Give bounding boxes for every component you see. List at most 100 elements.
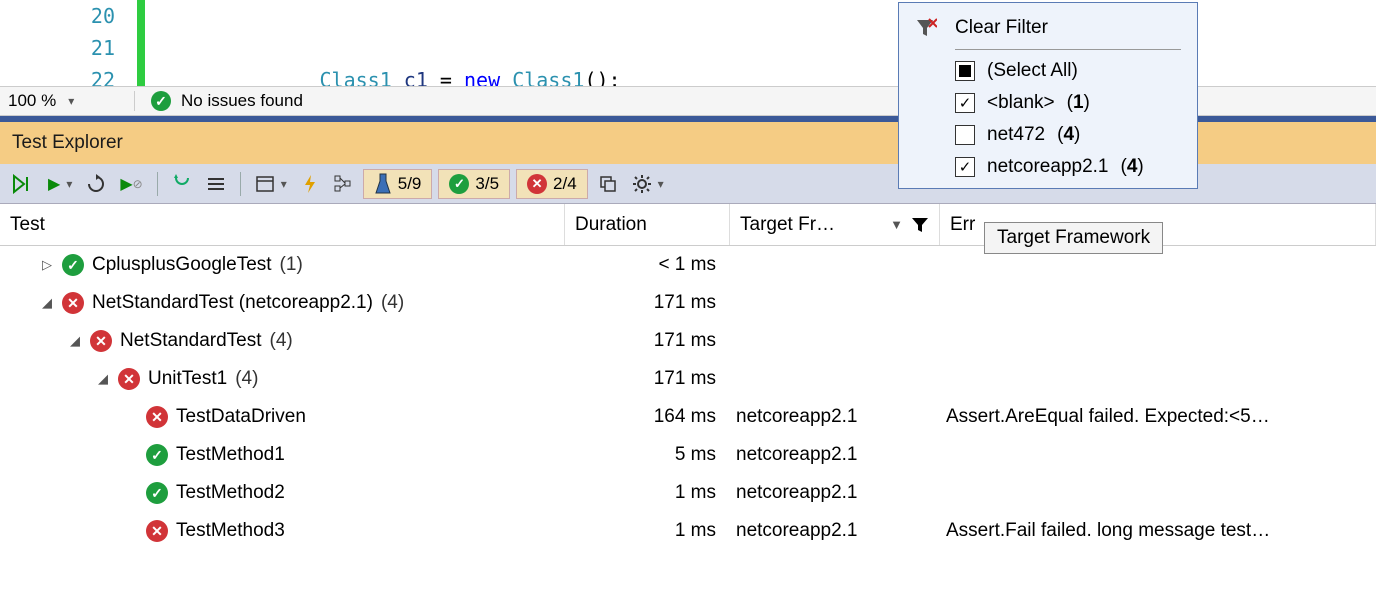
counter-value: 5/9 <box>398 174 422 194</box>
test-row[interactable]: ✕TestMethod31 msnetcoreapp2.1Assert.Fail… <box>0 512 1376 550</box>
test-cell: ▷ ✓ CplusplusGoogleTest (1) <box>0 254 565 276</box>
test-row[interactable]: ◢✕UnitTest1 (4)171 ms <box>0 360 1376 398</box>
tooltip-text: Target Framework <box>997 227 1150 248</box>
target-framework-cell: netcoreapp2.1 <box>730 406 940 428</box>
duration-cell: 1 ms <box>565 482 730 504</box>
hierarchy-button[interactable] <box>329 170 357 198</box>
run-button[interactable]: ▶ <box>44 170 76 198</box>
filter-item-label: netcoreapp2.1 <box>987 156 1109 178</box>
tree-toggle-icon[interactable]: ◢ <box>68 333 82 349</box>
filter-item-label: net472 <box>987 124 1045 146</box>
filter-item[interactable]: <blank> (1) <box>955 92 1181 114</box>
status-fail-icon: ✕ <box>146 520 168 542</box>
tree-toggle-icon[interactable]: ◢ <box>40 295 54 311</box>
windows-icon <box>598 174 618 194</box>
test-count: (1) <box>280 254 303 276</box>
status-fail-icon: ✕ <box>62 292 84 314</box>
separator <box>240 172 241 196</box>
line-number: 22 <box>0 64 115 86</box>
issues-label: No issues found <box>181 91 303 111</box>
run-all-button[interactable] <box>8 170 38 198</box>
clear-filter-button[interactable]: Clear Filter <box>915 17 1181 39</box>
filter-item[interactable]: netcoreapp2.1 (4) <box>955 156 1181 178</box>
tests-total-counter[interactable]: 5/9 <box>363 169 433 199</box>
cycle-icon <box>172 174 192 194</box>
status-pass-icon: ✓ <box>62 254 84 276</box>
tree-toggle-icon[interactable]: ▷ <box>40 257 54 273</box>
status-fail-icon: ✕ <box>90 330 112 352</box>
checkbox[interactable] <box>955 157 975 177</box>
list-icon <box>206 174 226 194</box>
window-icon <box>255 174 275 194</box>
checkbox[interactable] <box>955 93 975 113</box>
test-row[interactable]: ◢✕NetStandardTest (4)171 ms <box>0 322 1376 360</box>
run-failed-button[interactable]: ▶⊘ <box>116 170 146 198</box>
tests-failed-counter[interactable]: ✕ 2/4 <box>516 169 588 199</box>
play-icon: ▶ <box>120 174 132 194</box>
test-name: CplusplusGoogleTest <box>92 254 272 276</box>
windows-button[interactable] <box>594 170 622 198</box>
duration-cell: 164 ms <box>565 406 730 428</box>
column-label: Duration <box>575 214 647 236</box>
test-row[interactable]: ✓TestMethod15 msnetcoreapp2.1 <box>0 436 1376 474</box>
column-label: Target Fr… <box>740 214 835 236</box>
checkbox[interactable] <box>955 125 975 145</box>
column-header-target-framework[interactable]: Target Fr… ▼ <box>730 204 940 245</box>
filter-item-count: (1) <box>1067 92 1090 114</box>
clear-filter-label: Clear Filter <box>955 17 1048 39</box>
filter-item[interactable]: (Select All) <box>955 60 1181 82</box>
filter-item-label: <blank> <box>987 92 1055 114</box>
filter-item-count: (4) <box>1121 156 1144 178</box>
target-framework-cell: netcoreapp2.1 <box>730 482 940 504</box>
duration-cell: 171 ms <box>565 368 730 390</box>
settings-dropdown[interactable] <box>628 170 668 198</box>
test-tree[interactable]: ▷ ✓ CplusplusGoogleTest (1) < 1 ms ◢ ✕ NetStan… <box>0 246 1376 550</box>
tooltip: Target Framework <box>984 222 1163 254</box>
filter-icon[interactable] <box>911 216 929 234</box>
play-outline-icon <box>12 174 34 194</box>
column-header-row: Test Duration Target Fr… ▼ Err <box>0 204 1376 246</box>
line-number-gutter: 20 21 22 <box>0 0 125 86</box>
repeat-button[interactable] <box>82 170 110 198</box>
change-indicator <box>137 0 145 86</box>
status-pass-icon: ✓ <box>146 444 168 466</box>
zoom-dropdown[interactable]: 100 % <box>8 91 118 111</box>
tests-passed-counter[interactable]: ✓ 3/5 <box>438 169 510 199</box>
test-cell: ✕TestDataDriven <box>0 406 565 428</box>
separator <box>157 172 158 196</box>
tree-toggle-icon[interactable]: ◢ <box>96 371 110 387</box>
flash-button[interactable] <box>297 170 323 198</box>
column-header-duration[interactable]: Duration <box>565 204 730 245</box>
test-name: TestMethod1 <box>176 444 285 466</box>
target-framework-cell: netcoreapp2.1 <box>730 444 940 466</box>
playlist-button[interactable] <box>168 170 196 198</box>
filter-popup: Clear Filter (Select All) <blank> (1) net4… <box>898 2 1198 189</box>
filter-item[interactable]: net472 (4) <box>955 124 1181 146</box>
test-row[interactable]: ✕TestDataDriven164 msnetcoreapp2.1Assert… <box>0 398 1376 436</box>
list-button[interactable] <box>202 170 230 198</box>
separator <box>134 91 135 111</box>
test-count: (4) <box>381 292 404 314</box>
test-row[interactable]: ◢✕NetStandardTest (netcoreapp2.1) (4)171… <box>0 284 1376 322</box>
duration-cell: < 1 ms <box>565 254 730 276</box>
checkbox[interactable] <box>955 61 975 81</box>
test-cell: ✓ TestMethod1 <box>0 444 565 466</box>
test-cell: ✓TestMethod2 <box>0 482 565 504</box>
test-cell: ◢✕UnitTest1 (4) <box>0 368 565 390</box>
error-cell: Assert.AreEqual failed. Expected:<5… <box>940 406 1376 428</box>
column-label: Test <box>10 214 45 236</box>
test-count: (4) <box>270 330 293 352</box>
test-row[interactable]: ✓TestMethod21 msnetcoreapp2.1 <box>0 474 1376 512</box>
column-label: Err <box>950 214 975 236</box>
column-header-test[interactable]: Test <box>0 204 565 245</box>
counter-value: 2/4 <box>553 174 577 194</box>
test-row[interactable]: ▷ ✓ CplusplusGoogleTest (1) < 1 ms <box>0 246 1376 284</box>
test-cell: ◢ ✕ NetStandardTest (netcoreapp2.1) (4) <box>0 292 565 314</box>
counter-value: 3/5 <box>475 174 499 194</box>
test-name: UnitTest1 <box>148 368 227 390</box>
config-dropdown[interactable] <box>251 170 291 198</box>
check-icon: ✓ <box>449 174 469 194</box>
test-name: NetStandardTest (netcoreapp2.1) <box>92 292 373 314</box>
test-name: TestMethod3 <box>176 520 285 542</box>
zoom-value: 100 % <box>8 91 56 111</box>
